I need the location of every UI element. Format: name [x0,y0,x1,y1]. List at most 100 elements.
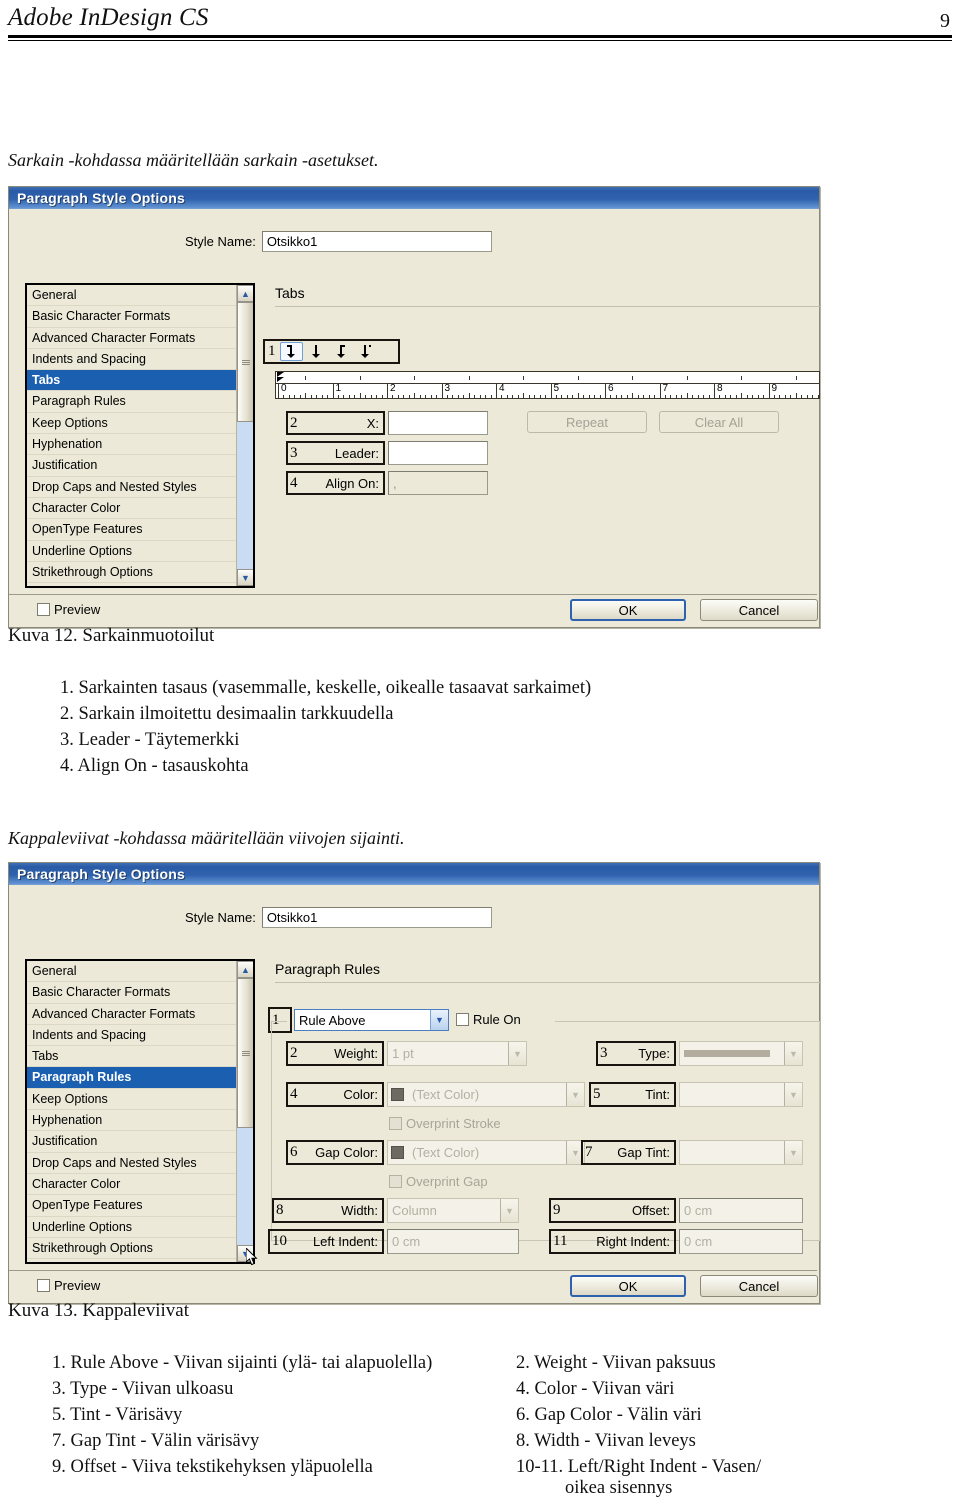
category-item-general[interactable]: General [27,961,236,983]
overprint-stroke-checkbox[interactable] [389,1117,402,1130]
style-name-input-2[interactable]: Otsikko1 [261,907,492,928]
cancel-button-2[interactable]: Cancel [700,1275,818,1297]
ruler-tick [321,395,323,398]
repeat-button[interactable]: Repeat [527,411,647,433]
category-item-indents-and-spacing[interactable]: Indents and Spacing [27,1025,236,1047]
category-item-hyphenation[interactable]: Hyphenation [27,434,236,456]
preview-checkbox-row[interactable]: Preview [37,602,100,617]
tint-dropdown[interactable]: ▼ [679,1082,803,1107]
category-item-tabs[interactable]: Tabs [27,1046,236,1068]
ok-button-2[interactable]: OK [570,1275,686,1297]
category-list-scrollbar-2[interactable]: ▲ ▼ [236,961,253,1262]
type-dropdown[interactable]: ▼ [679,1041,803,1066]
category-item-character-color[interactable]: Character Color [27,1174,236,1196]
chevron-down-icon-width[interactable]: ▼ [500,1199,518,1222]
cancel-button[interactable]: Cancel [700,599,818,621]
overprint-gap-checkbox[interactable] [389,1175,402,1188]
category-item-basic-character-formats[interactable]: Basic Character Formats [27,982,236,1004]
ruler-tick [392,395,394,398]
style-name-input[interactable]: Otsikko1 [261,231,492,252]
width-dropdown[interactable]: Column ▼ [387,1198,519,1223]
category-item-character-color[interactable]: Character Color [27,498,236,520]
align-on-input[interactable]: , [388,471,488,495]
scrollbar-thumb-2[interactable] [237,978,253,1128]
offset-input[interactable]: 0 cm [679,1198,803,1223]
category-item-drop-caps-and-nested-styles[interactable]: Drop Caps and Nested Styles [27,1153,236,1174]
category-item-justification[interactable]: Justification [27,455,236,477]
category-item-opentype-features[interactable]: OpenType Features [27,1195,236,1217]
dialog-titlebar-2[interactable]: Paragraph Style Options [9,863,819,885]
category-item-general[interactable]: General [27,285,236,307]
width-value: Column [392,1203,437,1218]
tab-alignment-group[interactable]: 1 [263,339,400,364]
category-item-drop-caps-and-nested-styles[interactable]: Drop Caps and Nested Styles [27,477,236,498]
callout-number-2: 2 [290,414,298,431]
clear-all-button[interactable]: Clear All [659,411,779,433]
scroll-down-icon[interactable]: ▼ [237,569,253,586]
gap-tint-dropdown[interactable]: ▼ [679,1140,803,1165]
decimal-align-tab-icon[interactable] [355,342,378,361]
ruler-tick [801,395,803,398]
x-input[interactable] [388,411,488,435]
center-justified-tab-icon[interactable] [305,342,328,361]
category-item-tabs[interactable]: Tabs [27,370,236,392]
preview-checkbox-row-2[interactable]: Preview [37,1278,100,1293]
category-item-strikethrough-options[interactable]: Strikethrough Options [27,1238,236,1260]
category-item-basic-character-formats[interactable]: Basic Character Formats [27,306,236,328]
category-item-justification[interactable]: Justification [27,1131,236,1153]
leader-input[interactable] [388,441,488,465]
category-item-keep-options[interactable]: Keep Options [27,1089,236,1111]
left-indent-input[interactable]: 0 cm [387,1229,519,1254]
category-item-strikethrough-options[interactable]: Strikethrough Options [27,562,236,584]
preview-checkbox[interactable] [37,603,50,616]
chevron-down-icon-tint[interactable]: ▼ [784,1083,802,1106]
preview-checkbox-2[interactable] [37,1279,50,1292]
category-item-paragraph-rules[interactable]: Paragraph Rules [27,1067,236,1089]
category-item-advanced-character-formats[interactable]: Advanced Character Formats [27,328,236,349]
chevron-down-icon-color[interactable]: ▼ [566,1083,584,1106]
category-list[interactable]: General Basic Character Formats Advanced C… [25,283,255,588]
legend-13-left-item-4: 7. Gap Tint - Välin värisävy [52,1431,260,1451]
ok-button[interactable]: OK [570,599,686,621]
chevron-down-icon-weight[interactable]: ▼ [508,1042,526,1065]
callout-number-r3: 3 [600,1045,608,1061]
legend-13-right-item-4: 8. Width - Viivan leveys [516,1431,696,1451]
chevron-down-icon-gaptint[interactable]: ▼ [784,1141,802,1164]
tab-ruler[interactable]: 0123456789 [275,371,820,399]
category-item-underline-options[interactable]: Underline Options [27,1217,236,1238]
category-item-advanced-character-formats[interactable]: Advanced Character Formats [27,1004,236,1025]
pane-divider-2 [275,982,820,983]
category-item-keep-options[interactable]: Keep Options [27,413,236,435]
category-list-2[interactable]: General Basic Character Formats Advanced C… [25,959,255,1264]
pane-divider [275,306,820,307]
chevron-down-icon-type[interactable]: ▼ [784,1042,802,1065]
overprint-stroke-row[interactable]: Overprint Stroke [389,1116,501,1131]
category-item-opentype-features[interactable]: OpenType Features [27,519,236,541]
scroll-up-icon-2[interactable]: ▲ [237,961,253,978]
category-item-underline-options[interactable]: Underline Options [27,541,236,562]
ruler-tick-minor-top [359,376,361,380]
ruler-tick [610,395,612,398]
weight-dropdown[interactable]: 1 pt ▼ [387,1041,527,1066]
category-item-paragraph-rules[interactable]: Paragraph Rules [27,391,236,413]
right-indent-input[interactable]: 0 cm [679,1229,803,1254]
ruler-tick [539,395,541,398]
figure-caption-12: Kuva 12. Sarkainmuotoilut [8,625,215,646]
color-dropdown[interactable]: (Text Color) ▼ [387,1082,585,1107]
right-justified-tab-icon[interactable] [330,342,353,361]
left-justified-tab-icon[interactable] [279,342,303,361]
scroll-up-icon[interactable]: ▲ [237,285,253,302]
dialog-titlebar[interactable]: Paragraph Style Options [9,187,819,209]
left-indent-marker-icon[interactable] [277,372,284,382]
overprint-stroke-label: Overprint Stroke [406,1116,501,1131]
category-list-scrollbar[interactable]: ▲ ▼ [236,285,253,586]
paragraph-style-options-dialog-tabs[interactable]: Paragraph Style Options Style Name: Otsi… [8,186,820,628]
category-item-hyphenation[interactable]: Hyphenation [27,1110,236,1132]
legend-13-right-item-2: 4. Color - Viivan väri [516,1379,675,1399]
gap-color-dropdown[interactable]: (Text Color) ▼ [387,1140,585,1165]
paragraph-style-options-dialog-rules[interactable]: Paragraph Style Options Style Name: Otsi… [8,862,820,1304]
scrollbar-thumb[interactable] [237,302,253,422]
ruler-tick [332,390,334,398]
overprint-gap-row[interactable]: Overprint Gap [389,1174,488,1189]
category-item-indents-and-spacing[interactable]: Indents and Spacing [27,349,236,371]
